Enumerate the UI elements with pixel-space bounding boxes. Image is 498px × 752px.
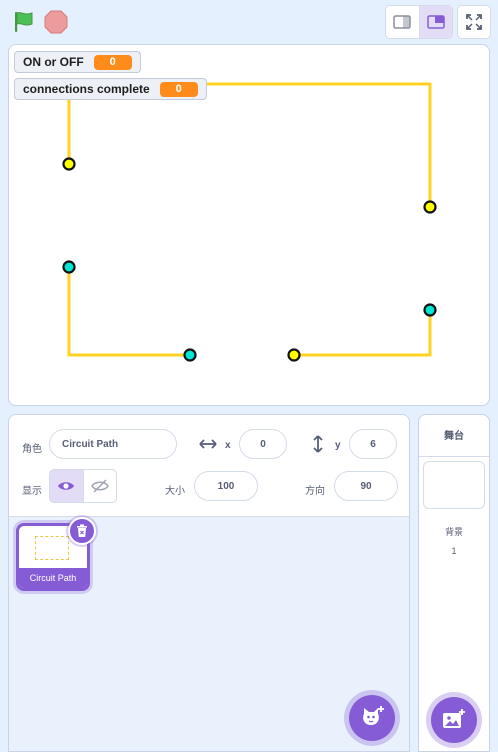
- show-label: 显示: [22, 486, 42, 497]
- y-arrow-icon: [313, 435, 323, 453]
- sprite-pane: 角色 Circuit Path x 0 y 6 显示 大小 100 方向 90 …: [8, 414, 410, 752]
- add-backdrop-button[interactable]: [431, 697, 477, 743]
- fullscreen-icon: [466, 14, 482, 30]
- variable-monitor-on-or-off[interactable]: ON or OFF 0: [14, 51, 141, 73]
- image-add-icon: [443, 709, 465, 728]
- sprite-name-input[interactable]: Circuit Path: [49, 429, 177, 459]
- y-input[interactable]: 6: [349, 429, 397, 459]
- x-arrow-icon: [199, 439, 217, 449]
- wire-bottom-left: [67, 267, 190, 357]
- hide-sprite-button[interactable]: [82, 470, 116, 502]
- normal-stage-button[interactable]: [418, 6, 452, 38]
- backdrops-count: 1: [451, 546, 457, 556]
- monitor-label: ON or OFF: [23, 55, 84, 69]
- cat-add-icon: [363, 706, 384, 725]
- green-flag-icon[interactable]: [12, 11, 36, 33]
- x-label: x: [225, 440, 231, 451]
- stage-target-pane: 舞台 背景 1: [418, 414, 490, 752]
- stage-thumbnail[interactable]: [423, 461, 485, 509]
- backdrops-label: 背景: [444, 527, 463, 537]
- monitor-value: 0: [93, 54, 132, 70]
- size-label: 大小: [165, 486, 185, 497]
- x-input[interactable]: 0: [239, 429, 287, 459]
- direction-input[interactable]: 90: [334, 471, 398, 501]
- monitor-value: 0: [159, 81, 198, 97]
- sprite-name-label: 角色: [22, 444, 42, 455]
- eye-icon: [58, 482, 75, 490]
- stage-panel-title: 舞台: [419, 415, 489, 457]
- small-stage-button[interactable]: [386, 6, 419, 38]
- monitor-label: connections complete: [23, 82, 150, 96]
- small-stage-layout-icon: [393, 15, 412, 29]
- normal-stage-layout-icon: [427, 15, 445, 29]
- stage-layout-toggle: [385, 5, 453, 39]
- delete-sprite-button[interactable]: [68, 517, 96, 545]
- size-input[interactable]: 100: [194, 471, 258, 501]
- node-cyan: [423, 303, 437, 317]
- direction-label: 方向: [305, 486, 325, 497]
- stage-canvas[interactable]: ON or OFF 0 connections complete 0: [8, 44, 490, 406]
- wire-top: [67, 82, 432, 207]
- node-yellow: [62, 157, 76, 171]
- node-yellow: [287, 348, 301, 362]
- node-cyan: [183, 348, 197, 362]
- y-label: y: [335, 440, 341, 451]
- sprite-info: 角色 Circuit Path x 0 y 6 显示 大小 100 方向 90: [9, 415, 409, 517]
- fullscreen-button[interactable]: [457, 5, 491, 39]
- sprite-thumbnail: [35, 536, 69, 560]
- node-yellow: [423, 200, 437, 214]
- trash-icon: [77, 524, 87, 537]
- visibility-toggle: [49, 469, 117, 503]
- variable-monitor-connections-complete[interactable]: connections complete 0: [14, 78, 207, 100]
- show-sprite-button[interactable]: [50, 470, 83, 502]
- node-cyan: [62, 260, 76, 274]
- eye-slash-icon: [91, 479, 109, 493]
- wire-bottom-right: [294, 310, 432, 357]
- sprite-tile-label: Circuit Path: [19, 568, 87, 588]
- stop-sign-icon[interactable]: [44, 10, 68, 34]
- add-sprite-button[interactable]: [349, 695, 395, 741]
